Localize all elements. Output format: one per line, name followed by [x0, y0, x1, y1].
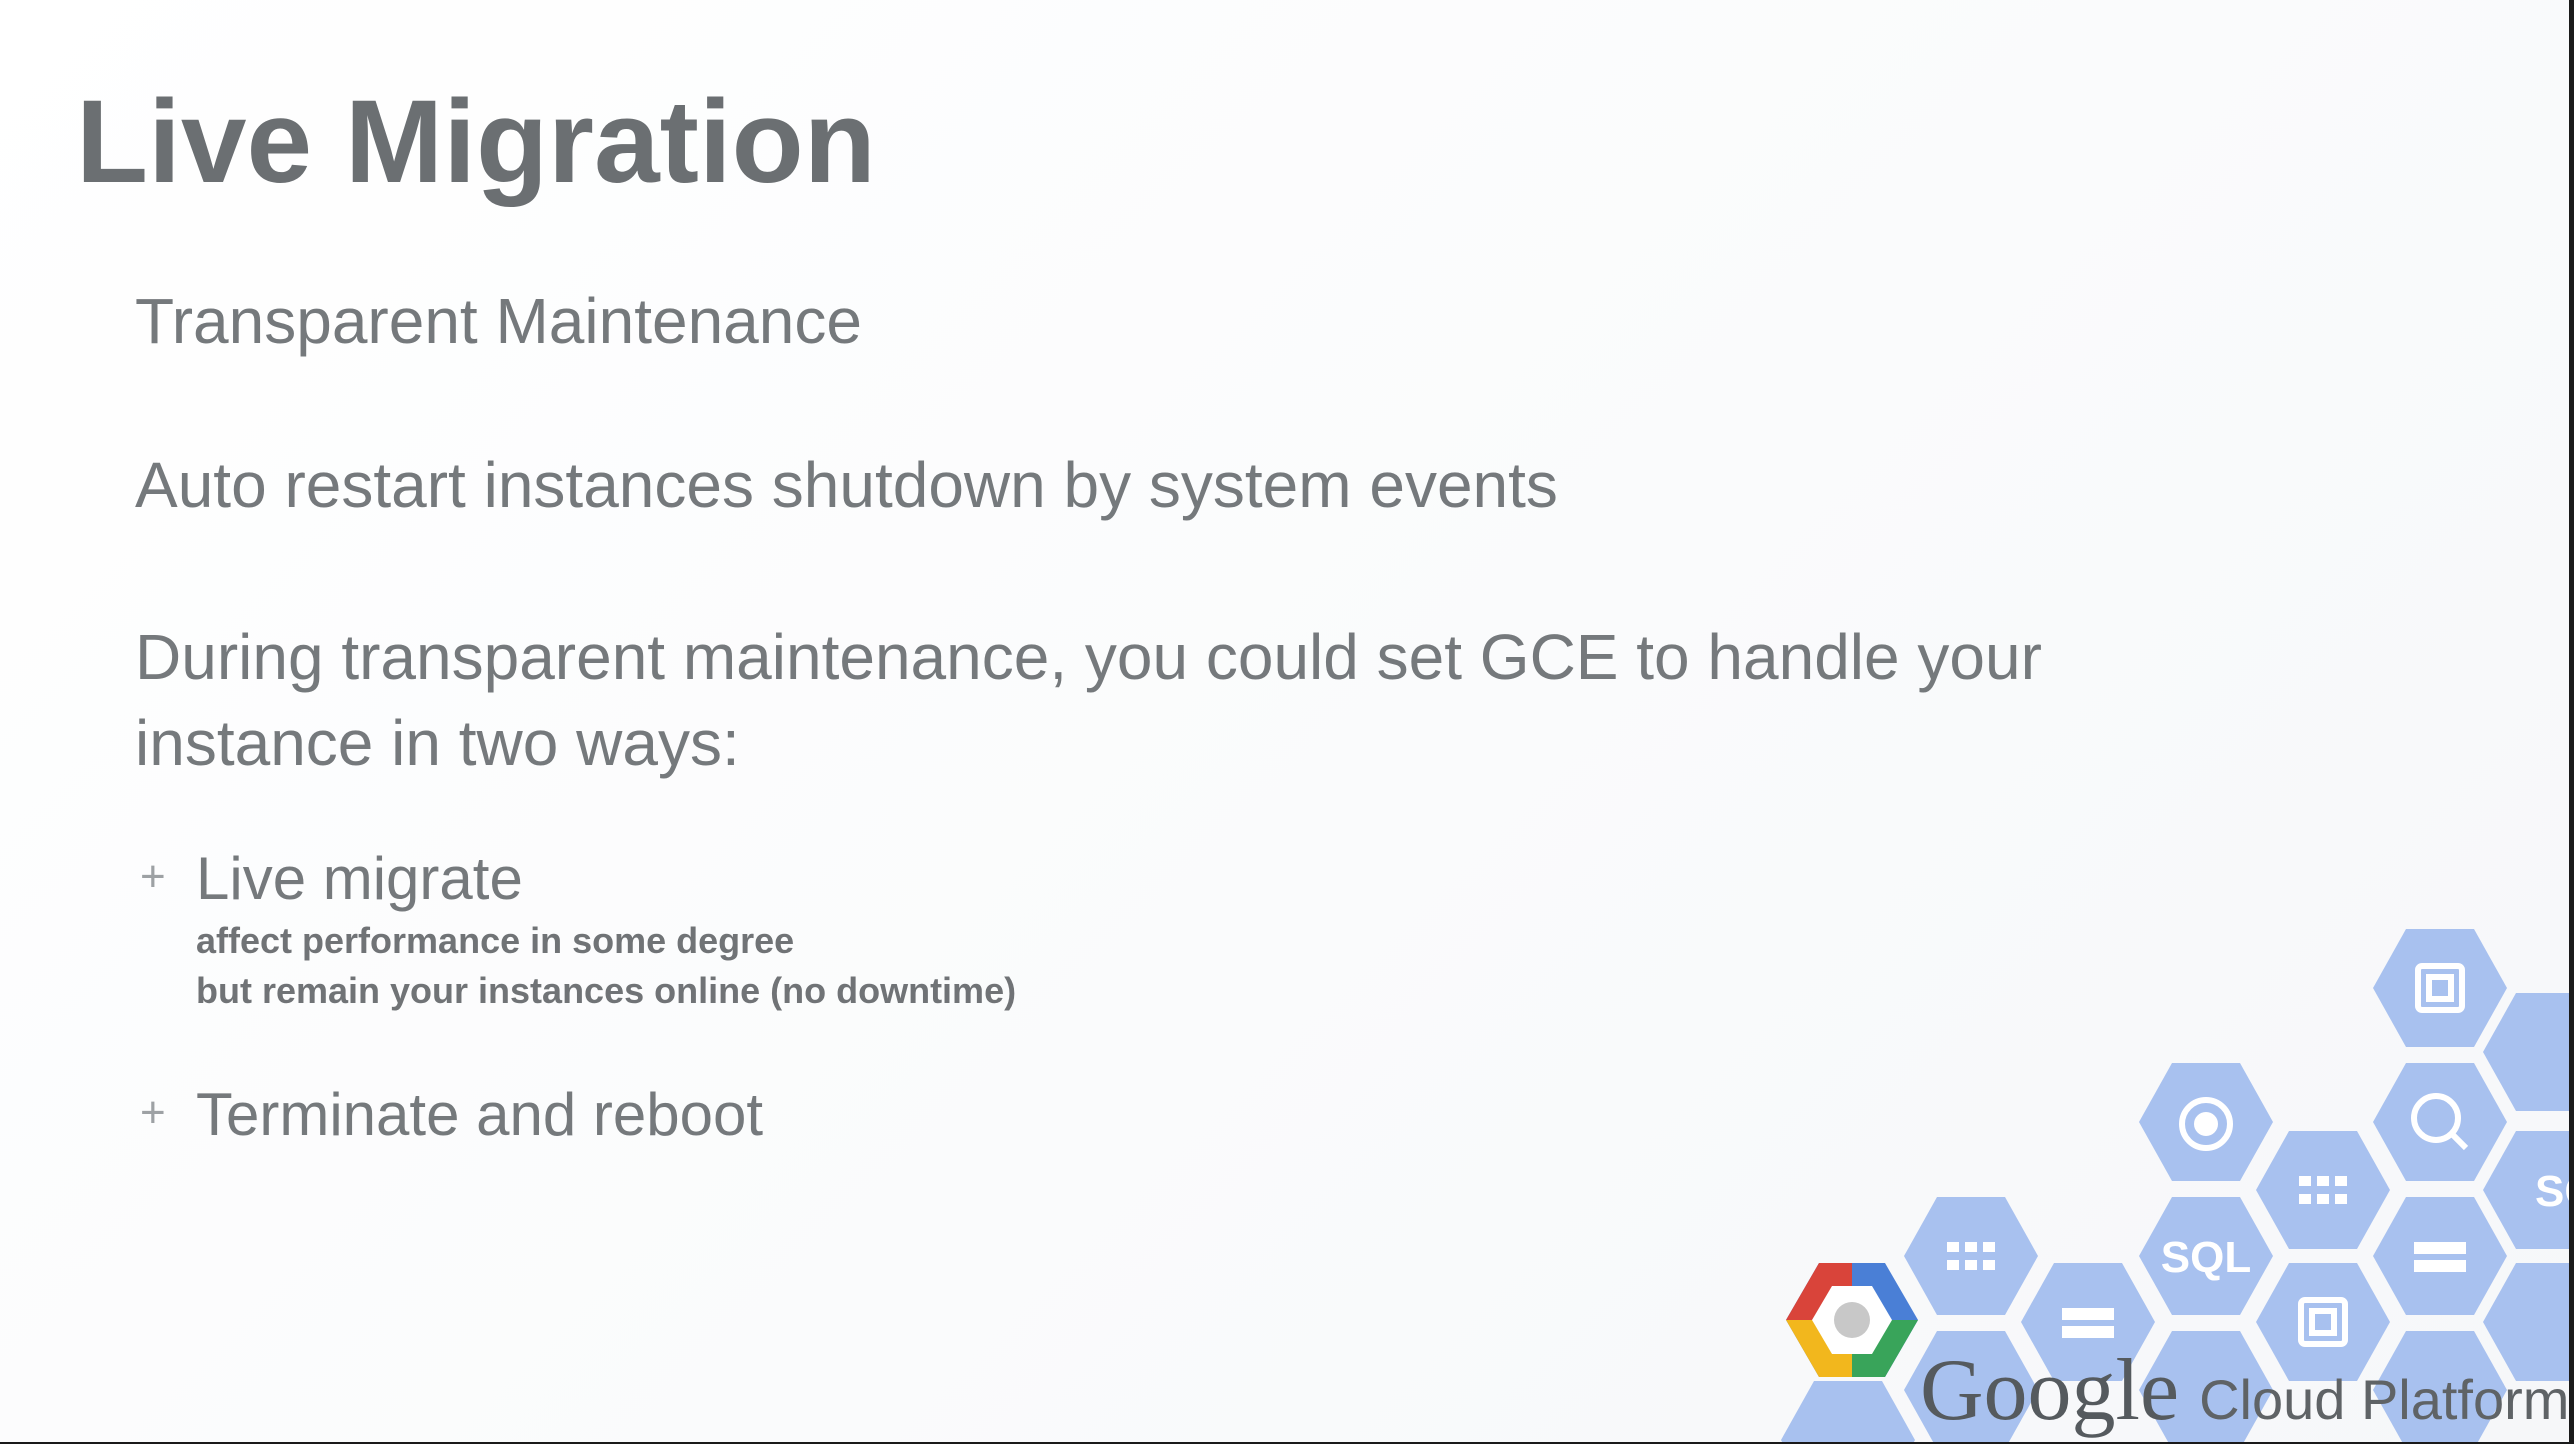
slide-right-border	[2569, 0, 2574, 1444]
hexagon-search	[2373, 1063, 2507, 1181]
paragraph-intro: During transparent maintenance, you coul…	[135, 614, 2042, 786]
bullet-plus-marker: +	[140, 852, 166, 901]
bullet-detail: but remain your instances online (no dow…	[196, 970, 1017, 1011]
google-cloud-platform-logo: Google Cloud Platform	[1920, 1340, 2569, 1441]
storage-icon	[2062, 1326, 2114, 1338]
grid-icon	[2335, 1194, 2347, 1204]
hexagon-grid	[1904, 1197, 2038, 1315]
paragraph-transparent-maintenance: Transparent Maintenance	[135, 285, 862, 357]
hexagon-partial	[1781, 1381, 1915, 1444]
grid-icon	[2299, 1194, 2311, 1204]
sql-label: SQL	[2161, 1233, 2251, 1282]
hexagon-partial	[2483, 993, 2574, 1111]
grid-icon	[2335, 1176, 2347, 1186]
google-cloud-logo-icon	[1786, 1263, 1918, 1377]
grid-icon	[1965, 1260, 1977, 1270]
grid-icon	[2317, 1176, 2329, 1186]
grid-icon	[1947, 1242, 1959, 1252]
hexagon-grid	[2256, 1131, 2390, 1249]
bullet-live-migrate: Live migrate	[196, 845, 523, 912]
storage-icon	[2062, 1308, 2114, 1320]
paragraph-intro-line-1: During transparent maintenance, you coul…	[135, 621, 2042, 693]
grid-icon	[2299, 1176, 2311, 1186]
logo-google-text: Google	[1920, 1342, 2180, 1439]
grid-icon	[1983, 1242, 1995, 1252]
bullet-detail: affect performance in some degree	[196, 920, 795, 961]
paragraph-intro-line-2: instance in two ways:	[135, 707, 740, 779]
storage-icon	[2414, 1260, 2466, 1272]
grid-icon	[1983, 1260, 1995, 1270]
paragraph-auto-restart: Auto restart instances shutdown by syste…	[135, 449, 1558, 521]
grid-icon	[1965, 1242, 1977, 1252]
storage-icon	[2414, 1242, 2466, 1254]
slide-title: Live Migration	[76, 76, 876, 208]
logo-cloud-platform-text: Cloud Platform	[2199, 1368, 2570, 1431]
bullet-terminate-reboot: Terminate and reboot	[196, 1081, 764, 1148]
grid-icon	[2317, 1194, 2329, 1204]
hexagon-cpu	[2373, 929, 2507, 1047]
hexagon-storage	[2373, 1197, 2507, 1315]
grid-icon	[1947, 1260, 1959, 1270]
bullet-plus-marker: +	[140, 1088, 166, 1137]
eye-icon	[2194, 1112, 2218, 1136]
slide: Live Migration Transparent Maintenance A…	[0, 0, 2574, 1444]
